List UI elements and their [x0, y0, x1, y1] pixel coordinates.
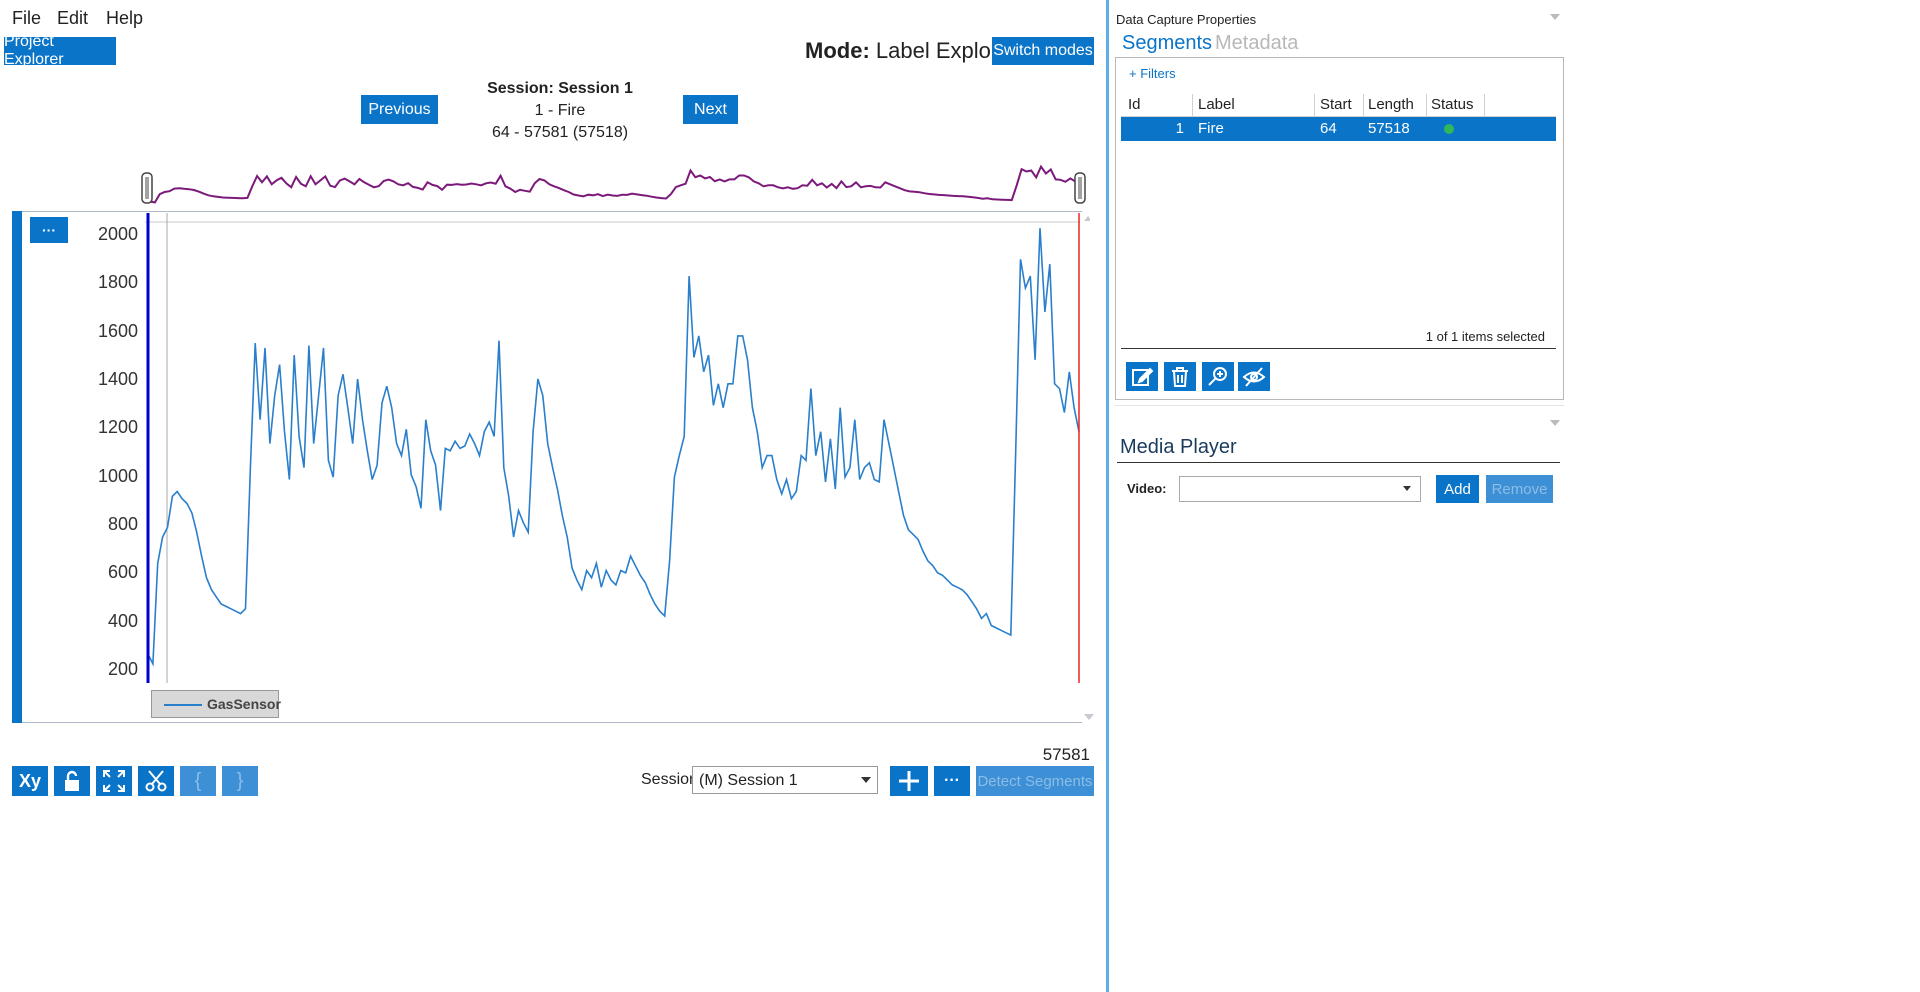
more-options-button[interactable]: ···	[934, 766, 970, 796]
table-col-separator[interactable]	[1484, 94, 1485, 116]
cell-label: Fire	[1198, 120, 1224, 137]
detect-segments-button[interactable]: Detect Segments	[976, 766, 1094, 796]
overview-right-handle[interactable]	[1074, 172, 1086, 204]
menu-help[interactable]: Help	[106, 8, 143, 29]
y-tick-label: 2000	[97, 224, 138, 244]
table-row[interactable]: 1 Fire 64 57518	[1121, 117, 1556, 141]
table-col-separator[interactable]	[1363, 94, 1364, 116]
next-button[interactable]: Next	[683, 95, 738, 124]
y-tick-label: 1600	[97, 321, 138, 341]
tab-segments[interactable]: Segments	[1122, 32, 1212, 55]
table-col-separator[interactable]	[1426, 94, 1427, 116]
col-header-start[interactable]: Start	[1320, 96, 1352, 113]
media-player-title: Media Player	[1120, 436, 1237, 458]
y-tick-label: 1800	[97, 272, 138, 292]
overview-line	[149, 164, 1081, 204]
project-explorer-button[interactable]: Project Explorer	[4, 33, 116, 68]
delete-segment-button[interactable]	[1164, 362, 1196, 391]
remove-video-button[interactable]: Remove	[1486, 475, 1553, 503]
col-header-status[interactable]: Status	[1431, 96, 1474, 113]
cell-start: 64	[1320, 120, 1337, 137]
gassensor-series-line	[147, 228, 1080, 667]
scroll-down-arrow[interactable]	[1083, 713, 1095, 721]
chevron-down-icon	[861, 777, 871, 783]
panel-collapse-icon[interactable]	[1550, 14, 1560, 21]
col-header-length[interactable]: Length	[1368, 96, 1414, 113]
legend-label: GasSensor	[207, 696, 281, 712]
chart-end-value: 57581	[1042, 745, 1090, 764]
y-tick-label: 200	[107, 659, 138, 679]
chart-legend[interactable]: GasSensor	[151, 690, 281, 718]
edit-segment-button[interactable]	[1126, 362, 1158, 391]
scissors-icon	[145, 770, 167, 792]
y-tick-label: 1200	[97, 417, 138, 437]
segment-name: 1 - Fire	[534, 102, 586, 119]
trash-icon	[1172, 366, 1188, 387]
overview-left-handle[interactable]	[141, 172, 153, 204]
mode-indicator: Mode: Label Explorer	[805, 38, 1018, 64]
selection-count: 1 of 1 items selected	[1425, 329, 1545, 344]
brace-close-label: }	[236, 769, 244, 792]
video-select[interactable]	[1179, 476, 1421, 502]
chart-left-bar	[12, 211, 22, 723]
scroll-up-arrow[interactable]	[1084, 216, 1090, 221]
hide-segment-button[interactable]	[1238, 362, 1270, 391]
selection-divider	[1121, 348, 1556, 349]
lock-button[interactable]	[54, 766, 90, 796]
overview-strip[interactable]	[140, 160, 1090, 210]
session-select[interactable]: (M) Session 1	[692, 766, 878, 794]
table-col-separator[interactable]	[1192, 94, 1193, 116]
session-select-value: (M) Session 1	[699, 772, 798, 789]
xy-label: Xy	[18, 770, 42, 791]
y-tick-label: 1400	[97, 369, 138, 389]
section-divider	[1115, 405, 1564, 406]
media-title-underline	[1117, 462, 1560, 463]
col-header-id[interactable]: Id	[1128, 96, 1141, 113]
cut-button[interactable]	[138, 766, 174, 796]
media-collapse-icon[interactable]	[1550, 420, 1560, 427]
status-dot-icon	[1444, 124, 1454, 134]
video-label: Video:	[1127, 481, 1167, 496]
y-tick-label: 800	[107, 514, 138, 534]
switch-modes-button[interactable]: Switch modes	[992, 37, 1094, 65]
zoom-segment-button[interactable]	[1202, 362, 1234, 391]
menu-edit[interactable]: Edit	[57, 8, 88, 29]
filters-link[interactable]: + Filters	[1129, 66, 1176, 81]
edit-icon	[1132, 367, 1154, 386]
chevron-down-icon	[1403, 486, 1411, 491]
segment-range: 64 - 57581 (57518)	[491, 124, 629, 141]
col-header-label[interactable]: Label	[1198, 96, 1235, 113]
panel-divider[interactable]	[1106, 0, 1109, 992]
brace-open-label: {	[194, 769, 202, 792]
session-title: Session: Session 1	[487, 80, 633, 97]
expand-icon	[103, 770, 125, 792]
main-chart[interactable]	[145, 213, 1090, 688]
unlock-icon	[65, 770, 79, 791]
right-panel-title: Data Capture Properties	[1116, 12, 1257, 27]
y-tick-label: 400	[107, 611, 138, 631]
brace-close-button[interactable]: }	[222, 766, 258, 796]
table-col-separator[interactable]	[1314, 94, 1315, 116]
brace-open-button[interactable]: {	[180, 766, 216, 796]
legend-swatch	[164, 704, 202, 706]
eye-off-icon	[1242, 366, 1266, 387]
xy-toggle-button[interactable]: Xy	[12, 766, 48, 796]
cell-id: 1	[1175, 120, 1184, 137]
plus-icon	[899, 771, 919, 791]
menu-file[interactable]: File	[12, 8, 41, 29]
add-video-button[interactable]: Add	[1436, 475, 1479, 503]
y-tick-label: 600	[107, 562, 138, 582]
add-segment-button[interactable]	[890, 766, 928, 796]
mode-prefix: Mode:	[805, 38, 870, 63]
tab-metadata[interactable]: Metadata	[1215, 32, 1298, 55]
y-tick-label: 1000	[97, 466, 138, 486]
zoom-in-icon	[1208, 366, 1227, 386]
cell-length: 57518	[1368, 120, 1410, 137]
fit-button[interactable]	[96, 766, 132, 796]
previous-button[interactable]: Previous	[361, 95, 438, 124]
